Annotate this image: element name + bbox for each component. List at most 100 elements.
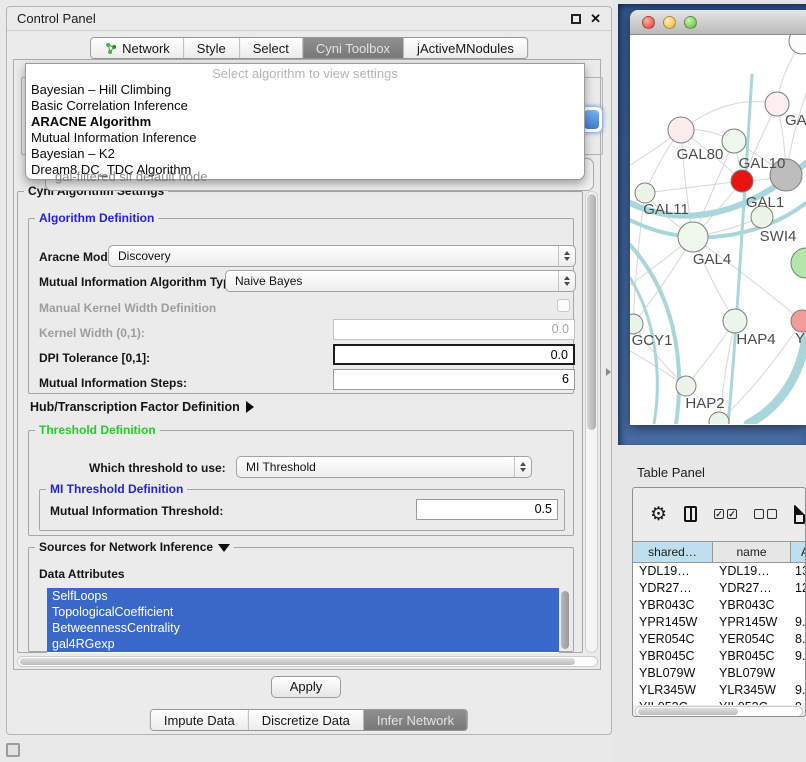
- close-icon[interactable]: ✕: [590, 14, 601, 24]
- table-toolbar: ⚙ ✓✓: [633, 488, 805, 540]
- settings-vertical-scrollbar[interactable]: [585, 191, 598, 653]
- network-node[interactable]: [723, 309, 747, 333]
- mi-threshold-group: MI Threshold Definition Mutual Informati…: [39, 489, 565, 531]
- network-edge-highlighted[interactable]: [728, 75, 752, 424]
- network-edge[interactable]: [633, 237, 693, 324]
- algorithm-definition-group: Algorithm Definition Aracne Mode: Discov…: [28, 218, 574, 394]
- columns-icon[interactable]: [684, 506, 697, 522]
- collapsed-panel-icon[interactable]: [6, 743, 20, 757]
- apply-button[interactable]: Apply: [271, 676, 341, 698]
- table-row[interactable]: YBL079WYBL079W: [633, 665, 806, 682]
- network-canvas[interactable]: GAL80GAL10GALGAL1GAL11SWI4GAL4GCY1HAP4YH…: [630, 35, 806, 424]
- select-all-columns-icon[interactable]: ✓✓: [714, 509, 737, 519]
- control-panel-tabs: Network StyleSelectCyni Toolbox jActiveMNo…: [90, 37, 528, 59]
- aracne-mode-combobox[interactable]: Discovery: [108, 245, 576, 267]
- table-row[interactable]: YDL19…YDL19…13: [633, 563, 806, 580]
- tab-label: Infer Network: [377, 713, 454, 728]
- tab-cyni-toolbox[interactable]: Cyni Toolbox: [302, 38, 403, 58]
- dpi-tolerance-field[interactable]: 0.0: [333, 344, 575, 365]
- attribute-list-item[interactable]: gal4RGexp: [47, 636, 559, 652]
- table-row[interactable]: YBR043CYBR043C: [633, 597, 806, 614]
- hub-definition-toggle[interactable]: Hub/Transcription Factor Definition: [30, 400, 254, 414]
- attribute-list-scrollbar[interactable]: [561, 591, 569, 649]
- manual-kernel-checkbox[interactable]: [557, 299, 570, 312]
- algorithm-option[interactable]: Mutual Information Inference: [26, 130, 584, 146]
- tab-select[interactable]: Select: [239, 38, 302, 58]
- tab-network[interactable]: Network: [91, 38, 183, 58]
- column-header[interactable]: name: [713, 542, 791, 562]
- column-header[interactable]: A: [791, 542, 806, 562]
- table-row[interactable]: YBR045CYBR045C9.: [633, 648, 806, 665]
- attribute-list-item[interactable]: BetweennessCentrality: [47, 620, 559, 636]
- network-node[interactable]: [722, 129, 746, 153]
- network-graph[interactable]: GAL80GAL10GALGAL1GAL11SWI4GAL4GCY1HAP4YH…: [630, 35, 806, 424]
- table-cell: YER054C: [633, 631, 713, 648]
- zoom-traffic-light-icon[interactable]: [684, 16, 697, 29]
- network-edge[interactable]: [681, 101, 777, 130]
- network-node[interactable]: [676, 376, 696, 396]
- table-horizontal-scrollbar[interactable]: [635, 706, 803, 717]
- algorithm-option[interactable]: Bayesian – Hill Climbing: [26, 82, 584, 98]
- network-edge-highlighted[interactable]: [748, 337, 806, 424]
- table-cell: 9.: [791, 648, 806, 665]
- scrollbar-thumb[interactable]: [587, 194, 596, 430]
- table-row[interactable]: YPR145WYPR145W9.: [633, 614, 806, 631]
- algorithm-option[interactable]: Basic Correlation Inference: [26, 98, 584, 114]
- network-node[interactable]: [635, 183, 655, 203]
- panel-collapse-handle[interactable]: [606, 368, 611, 376]
- table-row[interactable]: YER054CYER054C8.: [633, 631, 806, 648]
- deselect-all-columns-icon[interactable]: [754, 509, 777, 519]
- tab-style[interactable]: Style: [183, 38, 239, 58]
- minimize-traffic-light-icon[interactable]: [663, 16, 676, 29]
- tab-discretize-data[interactable]: Discretize Data: [248, 710, 363, 730]
- table-cell: YBL079W: [633, 665, 713, 682]
- algorithm-option[interactable]: ARACNE Algorithm: [26, 114, 584, 130]
- close-traffic-light-icon[interactable]: [642, 16, 655, 29]
- table-row[interactable]: YDR27…YDR27…12: [633, 580, 806, 597]
- export-table-icon[interactable]: [794, 505, 805, 524]
- table-cell: YLR345W: [713, 682, 791, 699]
- network-node[interactable]: [789, 35, 806, 54]
- table-cell: YBR043C: [633, 597, 713, 614]
- network-icon: [104, 42, 117, 55]
- expanded-arrow-icon: [218, 544, 230, 552]
- network-node[interactable]: [668, 117, 694, 143]
- gear-icon[interactable]: ⚙: [650, 505, 667, 524]
- network-node[interactable]: [731, 170, 753, 192]
- table-cell: [791, 665, 806, 682]
- tab-label: Impute Data: [164, 713, 235, 728]
- network-node[interactable]: [791, 248, 806, 278]
- settings-horizontal-scrollbar[interactable]: [17, 656, 598, 667]
- tab-jactivemnodules[interactable]: jActiveMNodules: [403, 38, 527, 58]
- kernel-width-field[interactable]: 0.0: [333, 319, 575, 340]
- tab-label: jActiveMNodules: [417, 41, 514, 56]
- control-panel-window: Control Panel ✕ Network StyleSelectCyni T…: [6, 6, 612, 735]
- mi-threshold-field[interactable]: 0.5: [416, 499, 558, 520]
- sources-group-title[interactable]: Sources for Network Inference: [35, 540, 234, 554]
- float-window-icon[interactable]: [571, 14, 581, 24]
- dpi-tolerance-label: DPI Tolerance [0,1]:: [39, 351, 150, 365]
- tab-impute-data[interactable]: Impute Data: [151, 710, 248, 730]
- attribute-list-item[interactable]: TopologicalCoefficient: [47, 604, 559, 620]
- column-header[interactable]: shared…: [633, 542, 713, 562]
- aracne-mode-value: Discovery: [118, 249, 171, 263]
- network-node[interactable]: [678, 222, 708, 252]
- network-edge[interactable]: [645, 181, 742, 193]
- tab-infer-network[interactable]: Infer Network: [363, 710, 467, 730]
- table-row[interactable]: YLR345WYLR345W9.: [633, 682, 806, 699]
- table-row[interactable]: YIL052CYIL052C9: [633, 699, 806, 705]
- network-view-window: GAL80GAL10GALGAL1GAL11SWI4GAL4GCY1HAP4YH…: [630, 10, 806, 425]
- algorithm-option[interactable]: Bayesian – K2: [26, 146, 584, 162]
- panel-title: Control Panel: [17, 11, 571, 26]
- scrollbar-thumb[interactable]: [20, 658, 575, 665]
- network-node[interactable]: [709, 412, 729, 424]
- tab-label: Network: [122, 41, 170, 56]
- mi-steps-field[interactable]: 6: [333, 369, 575, 390]
- network-edge[interactable]: [693, 237, 802, 321]
- which-threshold-combobox[interactable]: MI Threshold: [236, 456, 532, 478]
- attribute-list-item[interactable]: SelfLoops: [47, 588, 559, 604]
- network-node[interactable]: [630, 314, 643, 334]
- mi-type-combobox[interactable]: Naive Bayes: [225, 270, 576, 292]
- scrollbar-thumb[interactable]: [638, 708, 738, 715]
- table-cell: 13: [791, 563, 806, 580]
